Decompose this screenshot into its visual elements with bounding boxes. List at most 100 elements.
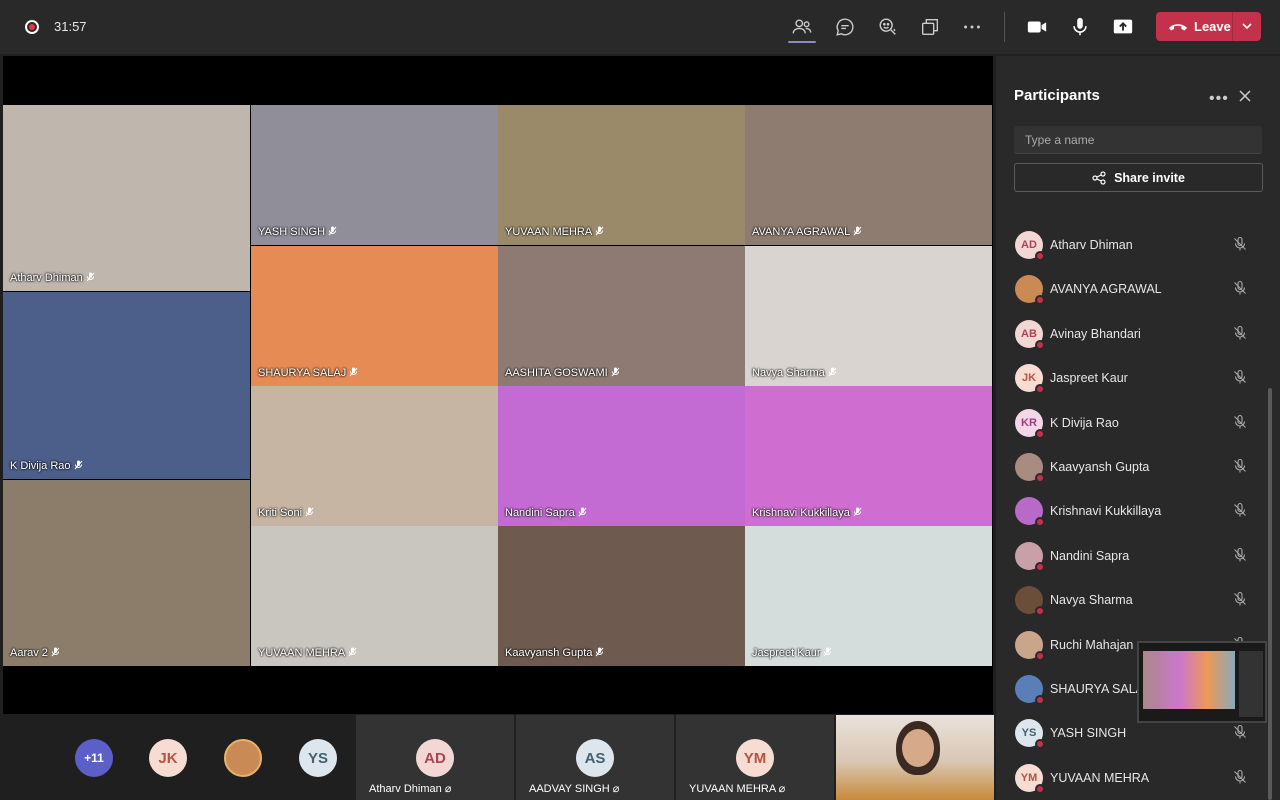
- video-tile[interactable]: Aarav 2: [3, 480, 250, 666]
- share-invite-button[interactable]: Share invite: [1014, 163, 1263, 192]
- mic-off-icon: [1232, 414, 1248, 435]
- status-dot: [1035, 295, 1045, 306]
- participant-row[interactable]: KR K Divija Rao: [996, 408, 1280, 453]
- avatar: [1015, 675, 1045, 705]
- scrollbar[interactable]: [1268, 388, 1272, 800]
- mic-off-icon: [86, 272, 95, 285]
- tile-name: AADVAY SINGH ⌀: [529, 783, 620, 795]
- avatar-initials: YM: [1020, 771, 1038, 784]
- leave-button[interactable]: Leave: [1156, 12, 1261, 41]
- tile-name: Nandini Sapra: [505, 507, 587, 520]
- video-tile[interactable]: Nandini Sapra: [498, 386, 745, 526]
- reactions-icon[interactable]: [876, 15, 900, 39]
- chat-icon[interactable]: [833, 15, 857, 39]
- avatar[interactable]: [224, 739, 262, 777]
- tile-name-label: Nandini Sapra: [505, 507, 575, 519]
- tile-name: SHAURYA SALAJ: [258, 367, 358, 380]
- more-options-icon[interactable]: •••: [1209, 90, 1229, 108]
- avatar: [1015, 497, 1045, 528]
- mic-off-icon: [1232, 236, 1248, 257]
- video-tile[interactable]: Atharv Dhiman: [3, 105, 250, 291]
- mic-off-icon: [51, 647, 60, 660]
- tile-name: Kriti Soni: [258, 507, 314, 520]
- rooms-icon[interactable]: [918, 15, 942, 39]
- status-dot: [1035, 428, 1045, 439]
- avatar: KR: [1015, 408, 1045, 439]
- participant-name: K Divija Rao: [1050, 415, 1119, 430]
- avatar: AD: [1015, 231, 1045, 261]
- more-icon[interactable]: [960, 15, 984, 39]
- participant-search-input[interactable]: [1014, 126, 1262, 154]
- video-tile[interactable]: YUVAAN MEHRA: [251, 526, 498, 666]
- video-tile[interactable]: Kaavyansh Gupta: [498, 526, 745, 666]
- avatar: [1015, 586, 1045, 617]
- tile-name-label: Kriti Soni: [258, 507, 303, 519]
- tile-name: Jaspreet Kaur: [752, 647, 832, 660]
- avatar-initials: JK: [1021, 372, 1037, 385]
- avatar-initials: AD: [1021, 239, 1037, 251]
- tile-name-label: Kaavyansh Gupta: [505, 647, 593, 659]
- overflow-count-button[interactable]: +11: [75, 739, 113, 777]
- camera-icon[interactable]: [1025, 15, 1049, 39]
- tile-name: Kaavyansh Gupta: [505, 647, 604, 660]
- participant-row[interactable]: AB Avinay Bhandari: [996, 319, 1280, 364]
- video-tile[interactable]: K Divija Rao: [3, 292, 250, 479]
- participant-name: Krishnavi Kukkillaya: [1050, 504, 1162, 519]
- participant-row[interactable]: AD Atharv Dhiman: [996, 231, 1280, 275]
- video-tile[interactable]: Kriti Soni: [251, 386, 498, 526]
- mic-off-icon: [828, 367, 837, 380]
- avatar[interactable]: JK: [149, 739, 187, 777]
- mic-off-icon: [611, 367, 620, 380]
- participant-row[interactable]: Kaavyansh Gupta: [996, 453, 1280, 497]
- participant-row[interactable]: AVANYA AGRAWAL: [996, 275, 1280, 319]
- tile-name: AASHITA GOSWAMI: [505, 367, 620, 380]
- people-icon[interactable]: [790, 15, 814, 39]
- avatar: AB: [1015, 319, 1045, 350]
- mic-off-icon: [853, 507, 862, 520]
- video-tile[interactable]: AASHITA GOSWAMI: [498, 246, 745, 386]
- mic-off-icon: [74, 460, 83, 473]
- video-tile[interactable]: YASH SINGH: [251, 105, 498, 245]
- self-video-preview[interactable]: [836, 715, 994, 800]
- participant-row[interactable]: YM YUVAAN MEHRA: [996, 763, 1280, 800]
- share-screen-icon[interactable]: [1111, 15, 1135, 39]
- close-icon[interactable]: [1238, 89, 1252, 108]
- mic-off-icon: ⌀: [612, 783, 620, 795]
- avatar[interactable]: YS: [299, 739, 337, 777]
- video-tile[interactable]: Krishnavi Kukkillaya: [745, 386, 992, 526]
- video-tile[interactable]: AVANYA AGRAWAL: [745, 105, 992, 245]
- tile-name: YASH SINGH: [258, 226, 337, 239]
- chevron-down-icon[interactable]: [1240, 19, 1254, 38]
- tile-name: Krishnavi Kukkillaya: [752, 507, 862, 520]
- avatar: AS: [576, 739, 614, 777]
- mic-icon[interactable]: [1068, 15, 1092, 39]
- participant-row[interactable]: Nandini Sapra: [996, 541, 1280, 586]
- participant-tile[interactable]: YM YUVAAN MEHRA ⌀: [676, 715, 834, 800]
- participant-row[interactable]: Navya Sharma: [996, 586, 1280, 630]
- tile-name-label: Jaspreet Kaur: [752, 647, 821, 659]
- mic-off-icon: [595, 226, 604, 239]
- participant-tile[interactable]: AS AADVAY SINGH ⌀: [516, 715, 674, 800]
- tile-name-label: YUVAAN MEHRA: [258, 647, 346, 659]
- tile-name: K Divija Rao: [10, 460, 83, 473]
- mic-off-icon: ⌀: [444, 783, 452, 795]
- leave-label: Leave: [1194, 19, 1231, 34]
- avatar: [1015, 275, 1045, 306]
- participant-row[interactable]: Krishnavi Kukkillaya: [996, 497, 1280, 541]
- mic-off-icon: ⌀: [778, 783, 786, 795]
- participant-row[interactable]: YS YASH SINGH: [996, 719, 1280, 763]
- video-tile[interactable]: YUVAAN MEHRA: [498, 105, 745, 245]
- participant-tile[interactable]: AD Atharv Dhiman ⌀: [356, 715, 514, 800]
- avatar: JK: [1015, 364, 1045, 395]
- participant-name: Ruchi Mahajan: [1050, 637, 1134, 652]
- video-tile[interactable]: SHAURYA SALAJ: [251, 246, 498, 386]
- participant-row[interactable]: JK Jaspreet Kaur: [996, 364, 1280, 408]
- screen-share-thumbnail[interactable]: [1137, 641, 1267, 723]
- avatar: [1015, 453, 1045, 483]
- tile-name-label: K Divija Rao: [10, 460, 71, 472]
- mic-off-icon: [1232, 280, 1248, 301]
- video-tile[interactable]: Navya Sharma: [745, 246, 992, 386]
- tile-name: Atharv Dhiman ⌀: [369, 783, 452, 795]
- panel-title: Participants: [1014, 87, 1100, 104]
- video-tile[interactable]: Jaspreet Kaur: [745, 526, 992, 666]
